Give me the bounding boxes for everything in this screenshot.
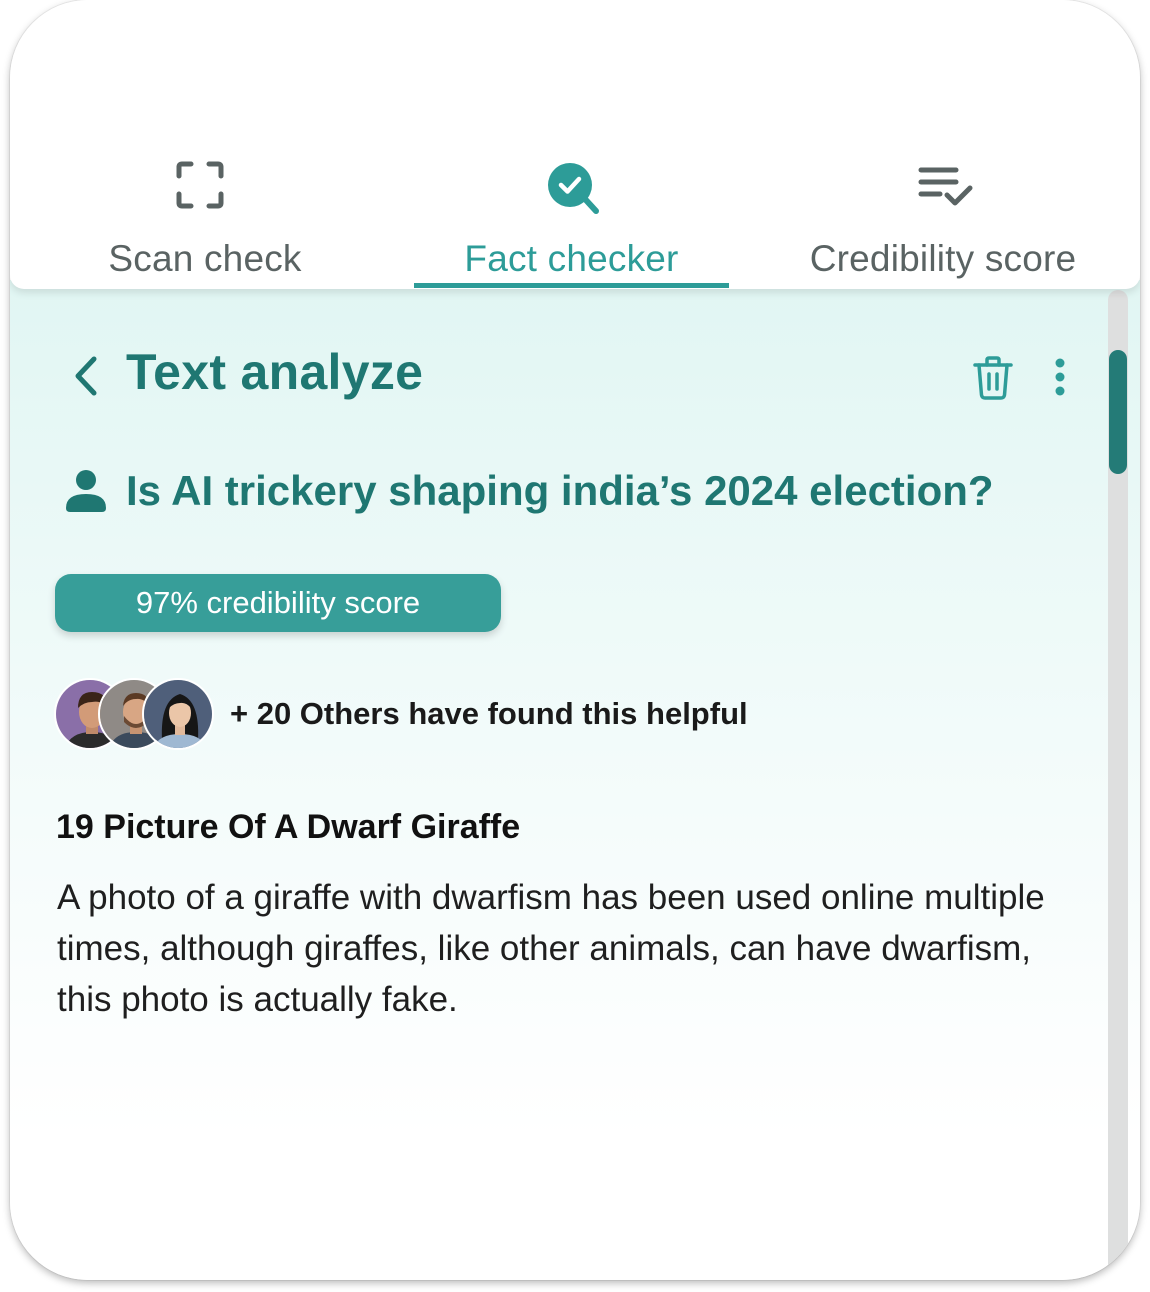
back-button[interactable] [66, 352, 106, 400]
query-text: Is AI trickery shaping india’s 2024 elec… [126, 467, 994, 514]
app-frame: Scan check Fact checker Credibility scor… [10, 0, 1140, 1280]
page-title: Text analyze [126, 344, 424, 400]
scan-frame-icon [175, 160, 225, 215]
search-check-icon [547, 162, 599, 219]
more-vertical-icon [1046, 358, 1074, 404]
tab-label: Fact checker [464, 238, 679, 279]
chevron-left-icon [66, 356, 106, 404]
trash-icon [972, 356, 1014, 405]
avatar [142, 678, 214, 750]
checklist-icon [918, 164, 974, 217]
tab-fact-checker[interactable]: Fact checker [414, 0, 729, 289]
content-panel [10, 280, 1140, 1280]
credibility-score-badge: 97% credibility score [55, 574, 501, 632]
article-title: 19 Picture Of A Dwarf Giraffe [56, 808, 521, 846]
active-tab-indicator [414, 283, 729, 288]
helpful-count-text: + 20 Others have found this helpful [230, 696, 748, 731]
article-body: A photo of a giraffe with dwarfism has b… [57, 878, 1045, 1019]
person-icon [64, 468, 108, 512]
delete-button[interactable] [972, 355, 1014, 401]
scrollbar-thumb[interactable] [1109, 350, 1127, 474]
tab-scan-check[interactable]: Scan check [40, 0, 370, 289]
tab-bar: Scan check Fact checker Credibility scor… [10, 0, 1140, 289]
avatar-group [54, 678, 224, 752]
tab-credibility-score[interactable]: Credibility score [773, 0, 1113, 289]
tab-label: Credibility score [809, 238, 1077, 279]
tab-label: Scan check [108, 238, 302, 279]
more-options-button[interactable] [1046, 356, 1074, 400]
